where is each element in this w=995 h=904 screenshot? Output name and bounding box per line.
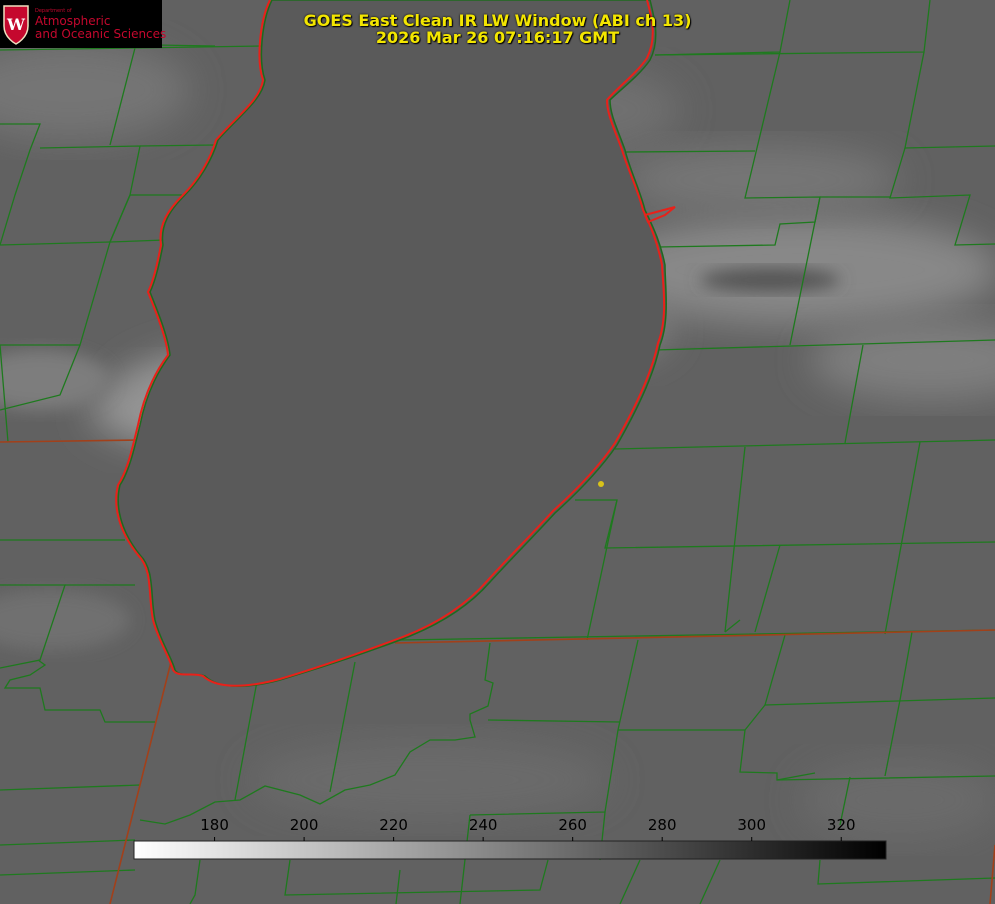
colorbar-tick-label: 180 <box>200 816 229 834</box>
colorbar-tick-label: 320 <box>827 816 856 834</box>
colorbar-tick-label: 220 <box>379 816 408 834</box>
colorbar-tick-label: 240 <box>469 816 498 834</box>
colorbar-tick-label: 300 <box>737 816 766 834</box>
colorbar-tick-label: 260 <box>558 816 587 834</box>
colorbar: 180 200 220 240 260 280 300 320 <box>133 816 887 860</box>
colorbar-ticks: 180 200 220 240 260 280 300 320 <box>200 816 856 841</box>
colorbar-tick-label: 200 <box>290 816 319 834</box>
colorbar-gradient <box>133 840 887 860</box>
colorbar-tick-label: 280 <box>648 816 677 834</box>
satellite-viewer: GOES East Clean IR LW Window (ABI ch 13)… <box>0 0 995 904</box>
